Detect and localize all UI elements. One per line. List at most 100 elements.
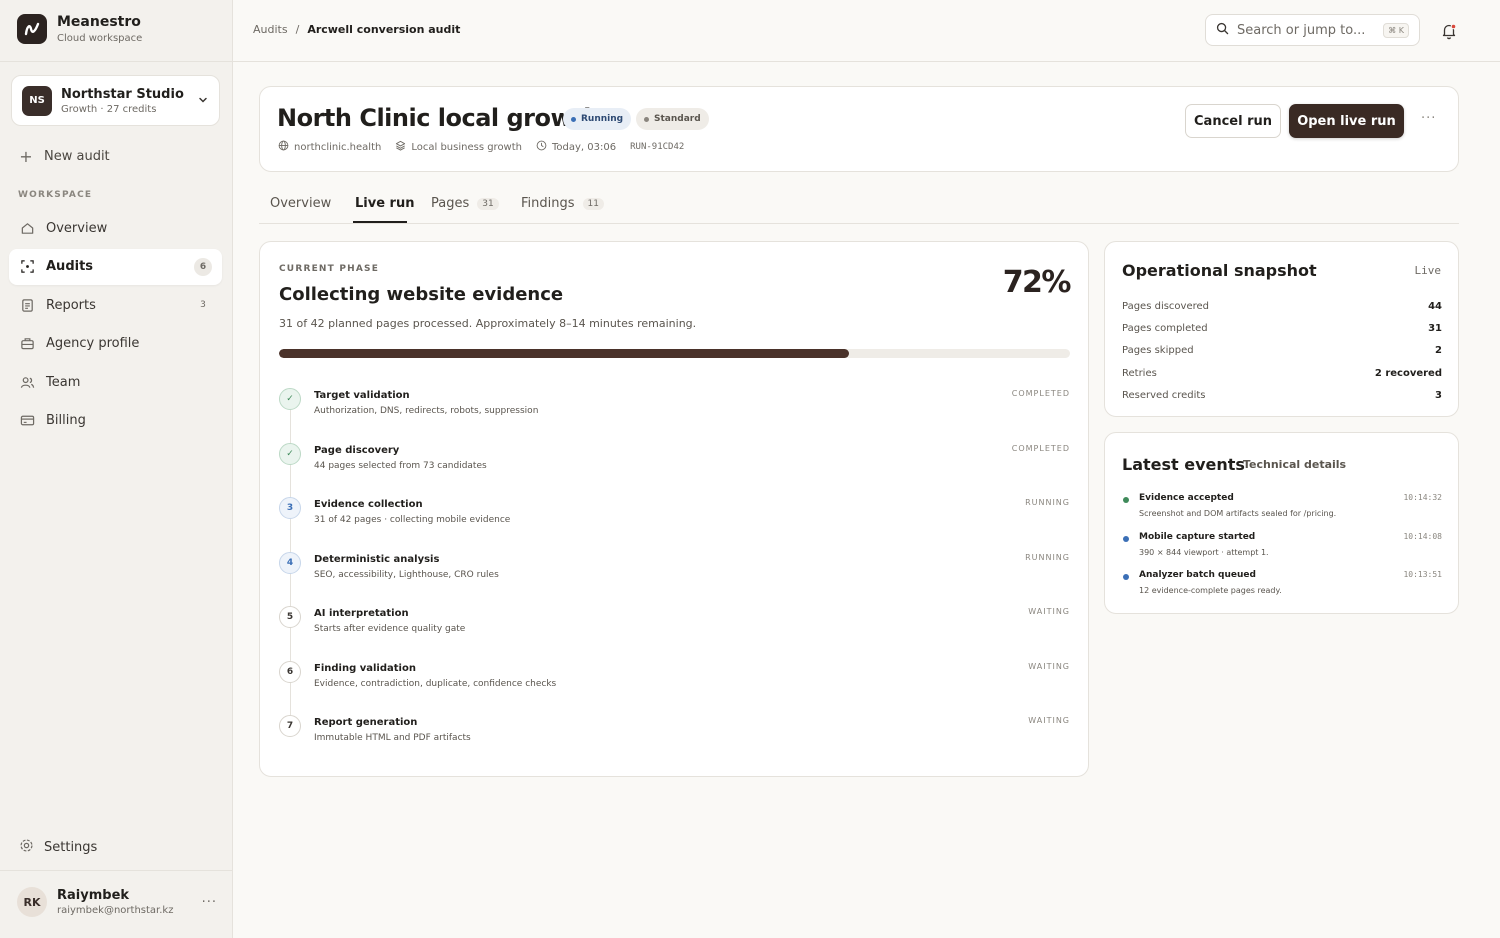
- sidebar-item-overview[interactable]: Overview: [9, 210, 222, 246]
- search-input[interactable]: Search or jump to... ⌘ K: [1205, 14, 1420, 46]
- settings-label: Settings: [44, 840, 98, 855]
- breadcrumb: Audits / Arcwell conversion audit: [253, 23, 460, 36]
- event-item[interactable]: Mobile capture started 390 × 844 viewport…: [1122, 531, 1442, 570]
- snapshot-row: Pages completed 31: [1122, 317, 1442, 339]
- home-icon: [19, 220, 35, 236]
- operational-snapshot-card: Operational snapshot Live Pages discover…: [1104, 241, 1459, 417]
- pipeline-step: 3 Evidence collection 31 of 42 pages · col…: [279, 495, 1070, 550]
- brand-name: Meanestro: [57, 14, 141, 30]
- technical-details-link[interactable]: Technical details: [1243, 458, 1346, 471]
- tab-label: Findings: [521, 196, 575, 211]
- bell-icon[interactable]: [1439, 21, 1459, 41]
- status-dot-icon: [571, 116, 576, 122]
- step-description: Immutable HTML and PDF artifacts: [314, 733, 471, 743]
- tab-pages[interactable]: Pages 31: [431, 196, 499, 211]
- sidebar-item-label: Audits: [46, 259, 94, 274]
- breadcrumb-separator: /: [295, 23, 300, 36]
- event-item[interactable]: Analyzer batch queued 12 evidence-complet…: [1122, 569, 1442, 608]
- snapshot-rows: Pages discovered 44 Pages completed 31 Pages…: [1122, 295, 1442, 406]
- status-dot-icon: [1123, 497, 1129, 503]
- phase-title: Collecting website evidence: [279, 284, 564, 305]
- workspace-avatar: NS: [22, 85, 52, 116]
- workspace-plan: Growth · 27 credits: [61, 103, 157, 115]
- pipeline-step: 4 Deterministic analysis SEO, accessibilit…: [279, 550, 1070, 605]
- more-icon[interactable]: ···: [202, 895, 217, 910]
- user-name: Raiymbek: [57, 888, 130, 903]
- tab-overview[interactable]: Overview: [270, 196, 331, 211]
- tab-findings[interactable]: Findings 11: [521, 196, 604, 211]
- step-marker: ✓: [279, 442, 301, 465]
- step-name: Deterministic analysis: [314, 553, 440, 565]
- cancel-run-button[interactable]: Cancel run: [1185, 104, 1281, 138]
- progress-bar-fill: [279, 349, 849, 358]
- step-name: Target validation: [314, 390, 410, 401]
- event-item[interactable]: Evidence accepted Screenshot and DOM arti…: [1122, 492, 1442, 531]
- sidebar-item-team[interactable]: Team: [9, 364, 222, 400]
- event-time: 10:14:32: [1403, 493, 1442, 502]
- status-badge-label: Running: [581, 114, 624, 124]
- meta-type: Local business growth: [395, 140, 522, 154]
- breadcrumb-root[interactable]: Audits: [253, 23, 288, 36]
- snapshot-value: 44: [1428, 300, 1442, 312]
- event-description: 390 × 844 viewport · attempt 1.: [1139, 547, 1269, 557]
- time-label: Today, 03:06: [552, 141, 617, 153]
- tier-badge-label: Standard: [654, 114, 701, 124]
- pipeline-step: 7 Report generation Immutable HTML and PDF…: [279, 713, 1070, 768]
- tab-live-run[interactable]: Live run: [355, 196, 414, 211]
- briefcase-icon: [19, 336, 35, 352]
- step-status: RUNNING: [1025, 552, 1070, 562]
- count-badge: 11: [582, 197, 604, 210]
- snapshot-row: Retries 2 recovered: [1122, 362, 1442, 384]
- events-title: Latest events: [1122, 455, 1245, 474]
- pipeline-step: 5 AI interpretation Starts after evidence …: [279, 604, 1070, 659]
- status-badge: Running: [563, 108, 632, 130]
- domain-label: northclinic.health: [294, 141, 382, 153]
- step-status: WAITING: [1028, 607, 1070, 616]
- card-icon: [19, 413, 35, 429]
- settings-link[interactable]: Settings: [19, 838, 97, 857]
- search-placeholder: Search or jump to...: [1237, 22, 1366, 38]
- status-dot-icon: [1123, 574, 1129, 580]
- step-status: COMPLETED: [1011, 389, 1070, 398]
- tab-label: Live run: [355, 196, 415, 211]
- step-description: Starts after evidence quality gate: [314, 624, 466, 634]
- page-title: North Clinic local growth: [277, 104, 600, 132]
- step-status: WAITING: [1028, 661, 1070, 671]
- sidebar-item-reports[interactable]: Reports 3: [9, 287, 222, 323]
- workspace-name: Northstar Studio: [61, 86, 184, 102]
- run-id: RUN-91CD42: [630, 142, 685, 152]
- sidebar-item-agency-profile[interactable]: Agency profile: [9, 326, 222, 362]
- sidebar-item-label: Agency profile: [46, 336, 140, 351]
- step-description: Evidence, contradiction, duplicate, conf…: [314, 678, 557, 689]
- team-icon: [19, 374, 35, 390]
- latest-events-card: Latest events Technical details Evidence…: [1104, 432, 1459, 614]
- count-badge: 3: [200, 300, 206, 310]
- progress-percent: 72%: [1002, 265, 1072, 300]
- snapshot-value: 31: [1428, 322, 1442, 334]
- brand[interactable]: Meanestro Cloud workspace: [17, 14, 142, 44]
- step-description: 31 of 42 pages · collecting mobile evide…: [314, 515, 511, 525]
- sidebar-item-billing[interactable]: Billing: [9, 403, 222, 439]
- more-icon[interactable]: ···: [1421, 111, 1436, 126]
- step-marker: 5: [279, 606, 301, 628]
- user-email: raiymbek@northstar.kz: [57, 905, 174, 916]
- workspace-switcher[interactable]: NS Northstar Studio Growth · 27 credits: [11, 75, 220, 126]
- meta-time: Today, 03:06: [536, 140, 616, 154]
- new-audit-button[interactable]: + New audit: [18, 147, 110, 166]
- audit-meta: northclinic.health Local business growth…: [278, 140, 684, 154]
- snapshot-row: Pages discovered 44: [1122, 295, 1442, 317]
- divider: [0, 61, 232, 62]
- pipeline-step: ✓ Target validation Authorization, DNS, re…: [279, 386, 1070, 441]
- step-name: AI interpretation: [314, 608, 409, 619]
- user-menu[interactable]: RK Raiymbek raiymbek@northstar.kz ···: [17, 887, 217, 917]
- tab-bar: Overview Live run Pages 31 Findings 11: [259, 185, 1459, 224]
- sidebar-item-audits[interactable]: Audits 6: [9, 248, 222, 285]
- snapshot-label: Pages completed: [1122, 322, 1208, 334]
- step-name: Report generation: [314, 717, 418, 728]
- snapshot-label: Pages skipped: [1122, 345, 1194, 357]
- audit-header: North Clinic local growth Running Standa…: [259, 86, 1459, 172]
- open-live-run-button[interactable]: Open live run: [1289, 104, 1404, 138]
- new-audit-label: New audit: [44, 149, 110, 164]
- snapshot-row: Reserved credits 3: [1122, 384, 1442, 406]
- event-time: 10:13:51: [1403, 570, 1442, 579]
